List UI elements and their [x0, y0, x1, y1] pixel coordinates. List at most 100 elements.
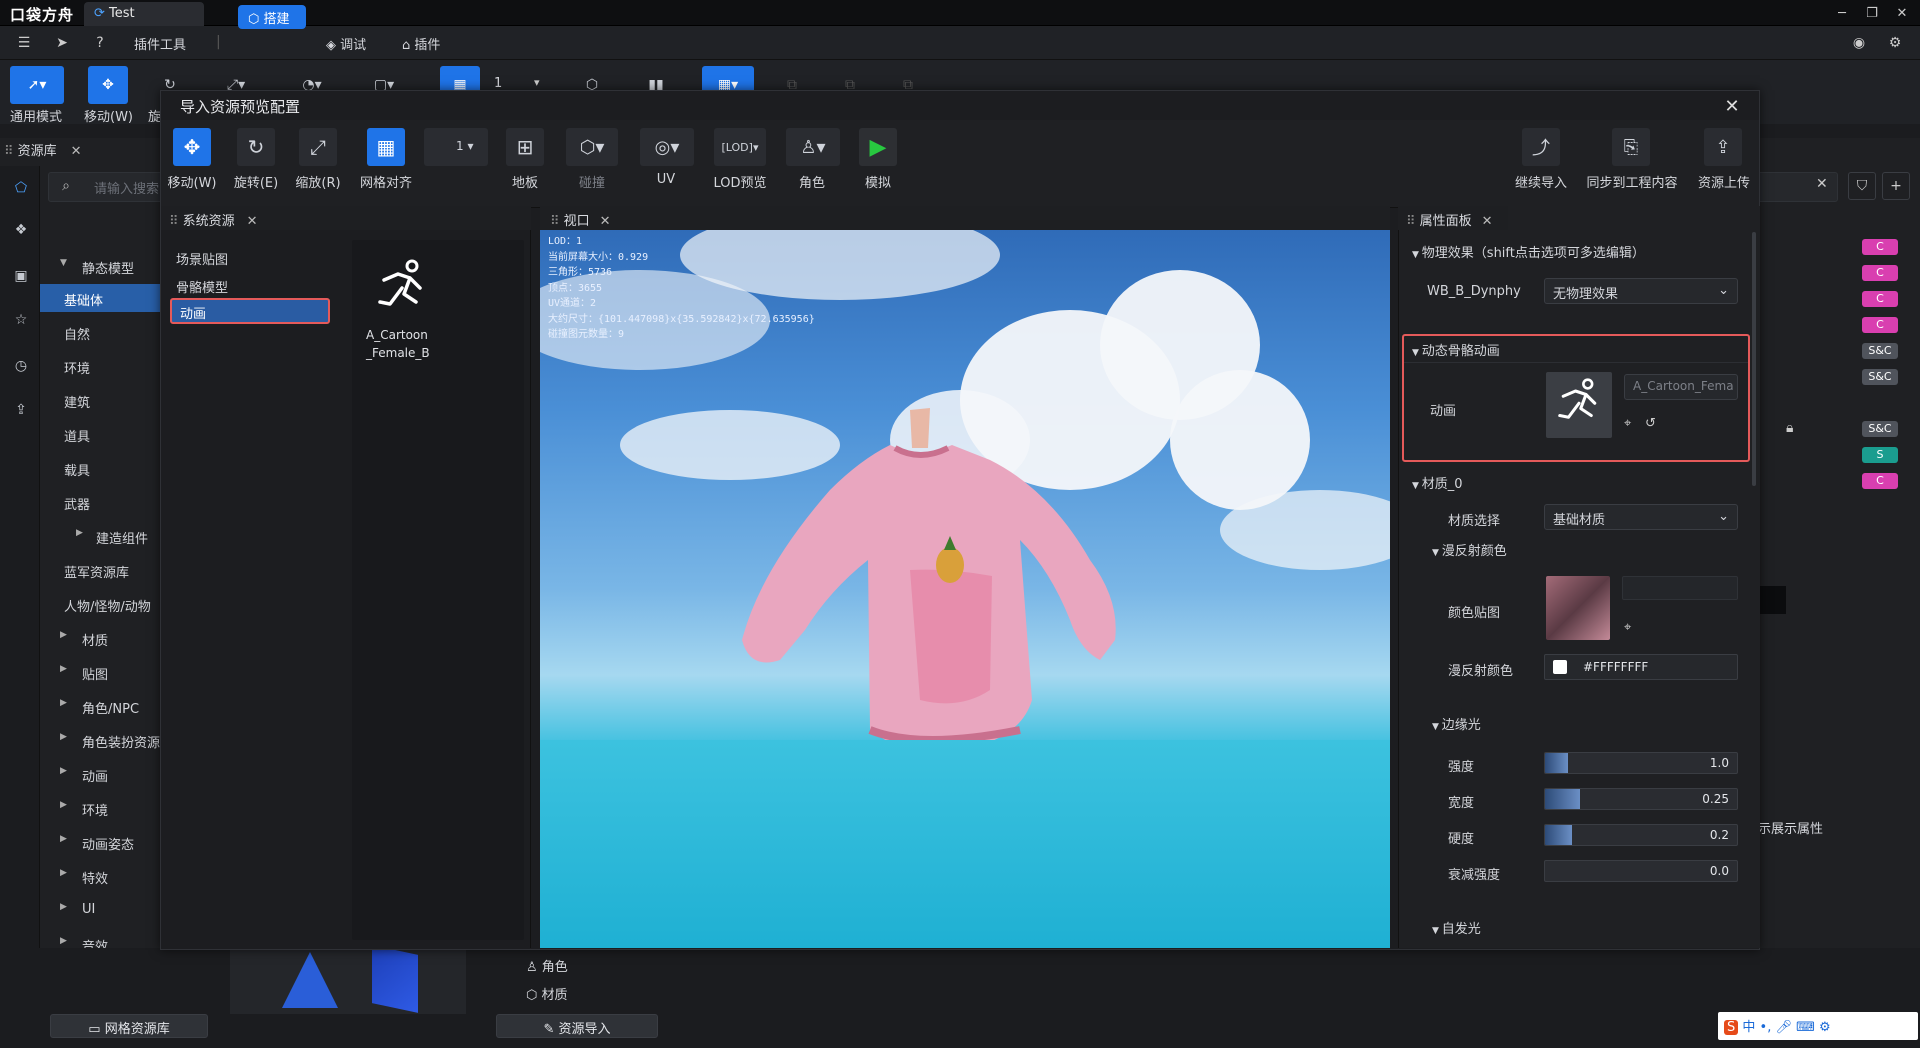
category-basic-shapes[interactable]: 基础体 — [40, 284, 160, 312]
ime-toolbar[interactable]: S 中 •, 🎤︎ ⌨ ⚙ — [1718, 1012, 1918, 1040]
move-tool-button[interactable]: ✥ — [88, 66, 128, 104]
help-icon[interactable]: ? — [90, 34, 110, 52]
close-window-button[interactable]: ✕ — [1892, 3, 1912, 23]
menu-build[interactable]: ⬡ 搭建 — [238, 5, 306, 29]
move-button[interactable]: ✥ — [173, 128, 211, 166]
category-nature[interactable]: 自然 — [40, 318, 160, 346]
anim-section-header[interactable]: ▼ 动态骨骼动画 — [1412, 340, 1500, 359]
physics-section-header[interactable]: ▼ 物理效果（shift点击选项可多选编辑） — [1412, 242, 1645, 261]
restore-button[interactable]: ❐ — [1862, 3, 1882, 23]
category-anim-pose[interactable]: ▶ 动画姿态 — [40, 828, 160, 856]
grid-size-dropdown[interactable]: 1 ▾ — [424, 128, 488, 166]
continue-import-icon[interactable]: ⤴ — [1522, 128, 1560, 166]
bottom-material-item[interactable]: ⬡ 材质 — [526, 984, 568, 1003]
locate-icon[interactable]: ⌖ — [1624, 620, 1631, 635]
asset-import-button[interactable]: ✎ 资源导入 — [496, 1014, 658, 1038]
hamburger-menu-icon[interactable]: ☰ — [14, 34, 34, 52]
menu-plugin[interactable]: ⌂ 插件 — [402, 34, 440, 53]
close-icon[interactable]: ✕ — [71, 144, 82, 159]
close-icon[interactable]: ✕ — [600, 214, 611, 229]
add-icon[interactable]: + — [1882, 172, 1910, 200]
category-blue-army[interactable]: 蓝军资源库 — [40, 556, 160, 584]
category-effects[interactable]: ▶ 特效 — [40, 862, 160, 890]
hardness-slider[interactable]: 0.2 — [1544, 824, 1738, 846]
anim-thumbnail[interactable] — [1546, 372, 1612, 438]
cone-thumbnail[interactable] — [282, 952, 338, 1008]
category-animation[interactable]: ▶ 动画 — [40, 760, 160, 788]
role-dropdown[interactable]: ♙▾ — [786, 128, 840, 166]
sys-item-animation[interactable]: 动画 — [170, 298, 330, 324]
category-characters[interactable]: 人物/怪物/动物 — [40, 590, 160, 618]
bottom-role-item[interactable]: ♙ 角色 — [526, 956, 568, 975]
category-environment[interactable]: 环境 — [40, 352, 160, 380]
filter-icon[interactable]: ⛉ — [1848, 172, 1876, 200]
category-static-models[interactable]: ▼ 静态模型 — [40, 252, 160, 280]
floor-button[interactable]: ⊞ — [506, 128, 544, 166]
menu-debug[interactable]: ◈ 调试 — [326, 34, 366, 53]
menu-plugin-tools[interactable]: 插件工具 — [134, 34, 186, 53]
sys-item-scene-textures[interactable]: 场景贴图 — [176, 249, 228, 268]
falloff-slider[interactable]: 0.0 — [1544, 860, 1738, 882]
upload-icon[interactable]: ⇪ — [1704, 128, 1742, 166]
reset-icon[interactable]: ↺ — [1645, 416, 1656, 431]
width-slider[interactable]: 0.25 — [1544, 788, 1738, 810]
category-build-components[interactable]: ▶ 建造组件 — [40, 522, 160, 550]
close-icon[interactable]: ✕ — [247, 214, 258, 229]
sync-project-icon[interactable]: ⎘ — [1612, 128, 1650, 166]
lod-dropdown[interactable]: [LOD]▾ — [714, 128, 766, 166]
diffuse-section-header[interactable]: ▼ 漫反射颜色 — [1432, 540, 1507, 559]
props-scrollbar[interactable] — [1752, 232, 1756, 486]
eye-icon[interactable]: ◉ — [1848, 33, 1870, 53]
material-section-header[interactable]: ▼ 材质_0 — [1412, 473, 1463, 492]
star-icon[interactable]: ☆ — [9, 308, 33, 332]
toolbox-icon[interactable]: ▣ — [9, 264, 33, 288]
network-assets-button[interactable]: ▭ 网格资源库 — [50, 1014, 208, 1038]
components-icon[interactable]: ❖ — [9, 218, 33, 242]
rim-section-header[interactable]: ▼ 边缘光 — [1432, 714, 1481, 733]
anim-asset-field[interactable]: A_Cartoon_Fema — [1624, 374, 1738, 400]
color-swatch[interactable] — [1553, 660, 1567, 674]
category-weapons[interactable]: 武器 — [40, 488, 160, 516]
asset-library-tab[interactable]: ⠿ 资源库 ✕ — [4, 140, 100, 162]
asset-card[interactable]: A_Cartoon _Female_B — [362, 250, 442, 360]
upload-icon[interactable]: ⇪ — [9, 398, 33, 422]
category-building[interactable]: 建筑 — [40, 386, 160, 414]
category-ui[interactable]: ▶ UI — [40, 896, 160, 924]
shapes-icon[interactable]: ⬠ — [9, 176, 33, 200]
category-materials[interactable]: ▶ 材质 — [40, 624, 160, 652]
play-icon[interactable]: ▶ — [859, 128, 897, 166]
emissive-section-header[interactable]: ▼ 自发光 — [1432, 918, 1481, 937]
dialog-close-button[interactable]: ✕ — [1720, 94, 1744, 118]
category-vehicles[interactable]: 载具 — [40, 454, 160, 482]
chevron-down-icon[interactable]: ▾ — [534, 76, 540, 89]
select-mode-button[interactable]: ➚▾ — [10, 66, 64, 104]
history-icon[interactable]: ◷ — [9, 354, 33, 378]
color-map-field[interactable] — [1622, 576, 1738, 600]
properties-tab[interactable]: ⠿ 属性面板 ✕ — [1398, 206, 1508, 230]
scale-button[interactable]: ⤢ — [299, 128, 337, 166]
grid-align-button[interactable]: ▦ — [367, 128, 405, 166]
send-icon[interactable]: ➤ — [52, 34, 72, 52]
category-npc[interactable]: ▶ 角色/NPC — [40, 692, 160, 720]
locate-icon[interactable]: ⌖ — [1624, 416, 1631, 431]
cube-thumbnail[interactable] — [372, 945, 418, 1013]
physics-select[interactable]: 无物理效果 ⌄ — [1544, 278, 1738, 304]
settings-icon[interactable]: ⚙ — [1884, 33, 1906, 53]
project-tab[interactable]: ⟳ Test — [84, 2, 204, 26]
system-assets-tab[interactable]: ⠿ 系统资源 ✕ — [161, 206, 531, 230]
category-props[interactable]: 道具 — [40, 420, 160, 448]
category-environment-2[interactable]: ▶ 环境 — [40, 794, 160, 822]
material-select[interactable]: 基础材质 ⌄ — [1544, 504, 1738, 530]
lock-icon[interactable]: 🔒︎ — [1786, 420, 1793, 436]
rotate-button[interactable]: ↻ — [237, 128, 275, 166]
close-icon[interactable]: ✕ — [1482, 214, 1493, 229]
uv-dropdown[interactable]: ◎▾ — [640, 128, 694, 166]
grid-size-value[interactable]: 1 — [494, 76, 502, 91]
clear-search-icon[interactable]: ✕ — [1816, 176, 1828, 192]
color-map-thumbnail[interactable] — [1546, 576, 1610, 640]
category-textures[interactable]: ▶ 贴图 — [40, 658, 160, 686]
viewport-tab[interactable]: ⠿ 视口 ✕ — [540, 206, 1390, 230]
minimize-button[interactable]: ─ — [1832, 3, 1852, 23]
sys-item-skeletal-models[interactable]: 骨骼模型 — [176, 277, 228, 296]
category-costume[interactable]: ▶ 角色装扮资源 — [40, 726, 160, 754]
